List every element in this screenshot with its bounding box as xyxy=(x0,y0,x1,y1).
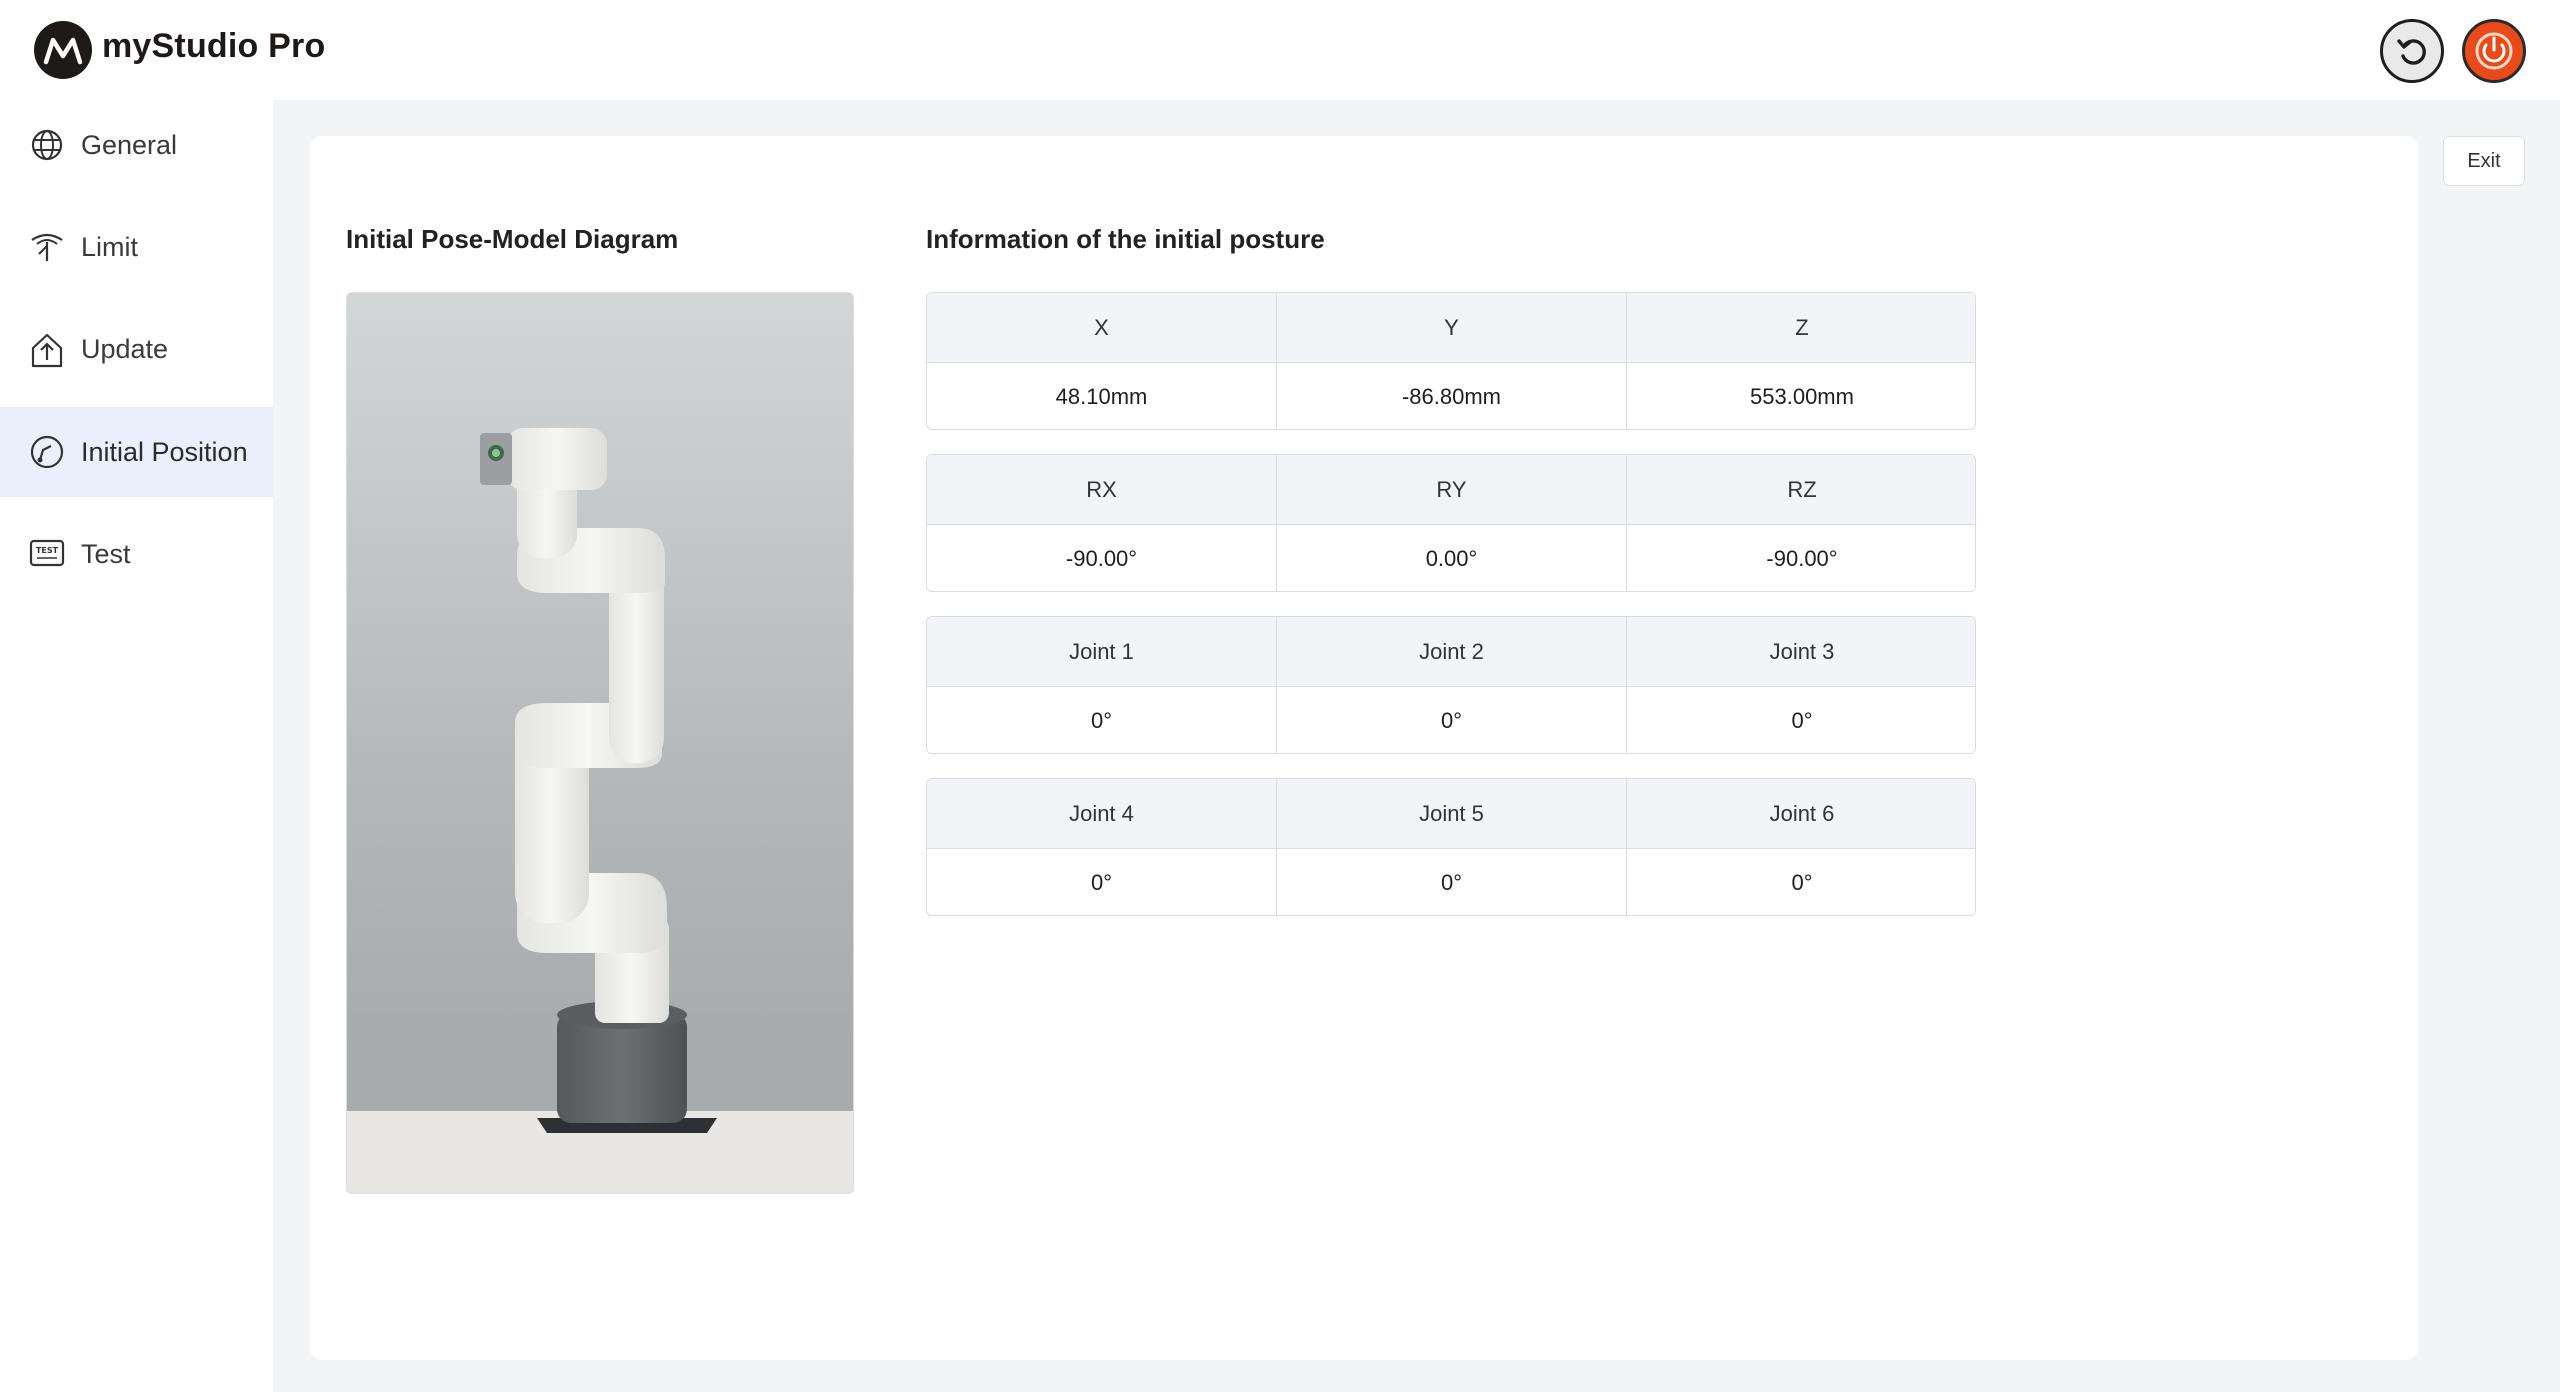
rotation-table: RX RY RZ -90.00° 0.00° -90.00° xyxy=(926,454,1976,592)
app-title: myStudio Pro xyxy=(102,27,326,65)
sidebar-item-label: Test xyxy=(81,538,131,569)
table-value-cell: 0° xyxy=(1277,849,1627,915)
table-header-cell: X xyxy=(927,293,1277,363)
table-value-cell: 0° xyxy=(927,849,1277,915)
initial-position-icon xyxy=(28,433,66,471)
diagram-title: Initial Pose-Model Diagram xyxy=(346,224,679,254)
test-icon: TEST xyxy=(28,535,66,573)
joint-table-4-6: Joint 4 Joint 5 Joint 6 0° 0° 0° xyxy=(926,778,1976,916)
table-value-cell: 0.00° xyxy=(1277,525,1627,591)
table-header-cell: Joint 5 xyxy=(1277,779,1627,849)
sidebar-item-test[interactable]: TEST Test xyxy=(0,509,273,599)
svg-text:TEST: TEST xyxy=(36,546,59,555)
sidebar-item-label: General xyxy=(81,129,178,160)
table-header-cell: Joint 3 xyxy=(1627,617,1975,687)
table-value-cell: 0° xyxy=(927,687,1277,753)
table-header-cell: Joint 1 xyxy=(927,617,1277,687)
sidebar-item-label: Limit xyxy=(81,231,139,262)
table-value-cell: -90.00° xyxy=(1627,525,1975,591)
table-header-cell: Joint 2 xyxy=(1277,617,1627,687)
position-table: X Y Z 48.10mm -86.80mm 553.00mm xyxy=(926,292,1976,430)
reset-icon xyxy=(2397,39,2426,65)
table-header-cell: Y xyxy=(1277,293,1627,363)
globe-icon xyxy=(28,126,66,164)
sidebar-item-label: Initial Position xyxy=(81,436,248,467)
table-header-cell: Joint 4 xyxy=(927,779,1277,849)
reset-button[interactable] xyxy=(2380,19,2444,83)
update-icon xyxy=(28,330,66,368)
sidebar-item-general[interactable]: General xyxy=(0,100,273,190)
robot-model-image xyxy=(346,292,854,1194)
limit-icon xyxy=(28,228,66,266)
joint-table-1-3: Joint 1 Joint 2 Joint 3 0° 0° 0° xyxy=(926,616,1976,754)
table-value-cell: -86.80mm xyxy=(1277,363,1627,429)
sidebar-item-update[interactable]: Update xyxy=(0,304,273,394)
table-value-cell: 553.00mm xyxy=(1627,363,1975,429)
table-header-cell: Z xyxy=(1627,293,1975,363)
sidebar-item-label: Update xyxy=(81,333,169,364)
sidebar-item-limit[interactable]: Limit xyxy=(0,202,273,292)
table-header-cell: RX xyxy=(927,455,1277,525)
table-header-cell: Joint 6 xyxy=(1627,779,1975,849)
table-value-cell: -90.00° xyxy=(927,525,1277,591)
table-value-cell: 0° xyxy=(1277,687,1627,753)
power-icon xyxy=(2475,32,2513,70)
mystudio-logo-icon xyxy=(34,21,92,79)
table-value-cell: 0° xyxy=(1627,687,1975,753)
exit-button[interactable]: Exit xyxy=(2443,136,2525,186)
info-title: Information of the initial posture xyxy=(926,224,1325,254)
power-button[interactable] xyxy=(2462,19,2526,83)
main-content: Initial Pose-Model Diagram Information o… xyxy=(273,100,2560,1392)
initial-position-card: Initial Pose-Model Diagram Information o… xyxy=(310,136,2418,1360)
table-value-cell: 48.10mm xyxy=(927,363,1277,429)
table-value-cell: 0° xyxy=(1627,849,1975,915)
sidebar: General Limit Update Initial Position TE… xyxy=(0,100,273,1392)
sidebar-item-initial-position[interactable]: Initial Position xyxy=(0,407,273,497)
table-header-cell: RY xyxy=(1277,455,1627,525)
app-header: myStudio Pro xyxy=(0,0,2560,100)
table-header-cell: RZ xyxy=(1627,455,1975,525)
